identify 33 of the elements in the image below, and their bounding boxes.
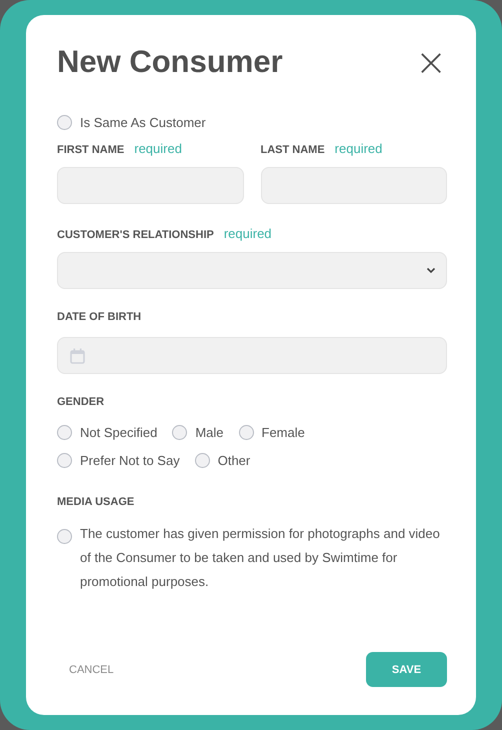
- radio-label: Prefer Not to Say: [80, 453, 180, 468]
- first-name-field[interactable]: [57, 167, 244, 204]
- radio-label: Female: [262, 425, 305, 440]
- radio-label: Is Same As Customer: [80, 115, 206, 130]
- field-label: LAST NAME: [260, 144, 325, 156]
- calendar-icon: [70, 348, 85, 364]
- relationship-dropdown[interactable]: [57, 252, 447, 289]
- last-name-field[interactable]: [260, 167, 447, 204]
- date-field[interactable]: [57, 337, 447, 374]
- dialog-title: New Consumer: [57, 44, 283, 80]
- field-label: DATE OF BIRTH: [57, 311, 142, 323]
- radio-button[interactable]: [57, 529, 72, 544]
- radio-button[interactable]: [238, 425, 254, 440]
- field-label: CUSTOMER'S RELATIONSHIP: [57, 229, 214, 241]
- field-label: GENDER: [57, 396, 104, 408]
- close-button[interactable]: ×: [415, 43, 447, 81]
- radio-button[interactable]: [57, 425, 72, 440]
- radio-button[interactable]: [194, 453, 210, 468]
- radio-button[interactable]: [57, 115, 72, 130]
- cancel-button[interactable]: CANCEL: [57, 664, 126, 676]
- permission-text: The customer has given permission for photographs and video of the Consumer to be taken and used by Swimtime for promotional purposes.: [80, 525, 441, 591]
- required-hint: required: [224, 226, 272, 241]
- radio-label: Male: [195, 425, 224, 440]
- radio-label: Not Specified: [80, 425, 158, 440]
- radio-button[interactable]: [57, 453, 72, 468]
- radio-button[interactable]: [172, 425, 188, 440]
- field-label: FIRST NAME: [57, 144, 124, 156]
- chevron-down-icon: [426, 267, 436, 274]
- radio-label: Other: [218, 453, 250, 468]
- required-hint: required: [334, 141, 382, 156]
- save-button[interactable]: SAVE: [366, 652, 447, 687]
- field-label: MEDIA USAGE: [57, 496, 134, 508]
- required-hint: required: [134, 141, 182, 156]
